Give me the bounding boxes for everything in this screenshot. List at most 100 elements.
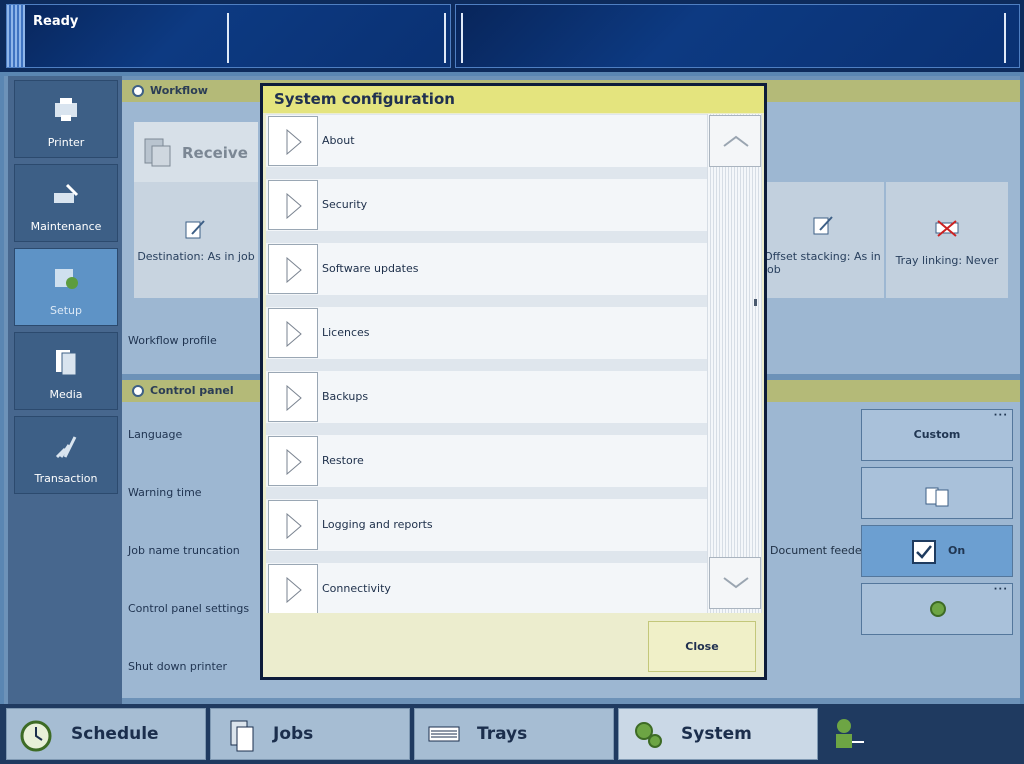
menu-item-connectivity[interactable]: Connectivity: [266, 563, 707, 613]
menu-label: About: [322, 134, 355, 147]
menu-item-backups[interactable]: Backups: [266, 371, 707, 423]
offset-label: Offset stacking: As in job: [764, 250, 881, 276]
menu-label: Restore: [322, 454, 364, 467]
receive-icon: [144, 138, 171, 167]
nav-setup[interactable]: Setup: [14, 248, 118, 326]
nav-media[interactable]: Media: [14, 332, 118, 410]
scrollbar[interactable]: [707, 114, 762, 613]
section-title: Workflow: [150, 84, 208, 97]
tray-linking-icon: [935, 220, 959, 237]
triangle-right-icon: [286, 385, 302, 411]
left-navigation: Printer Maintenance Setup Media Transact…: [8, 76, 122, 704]
close-button[interactable]: Close: [648, 621, 756, 672]
menu-item-restore[interactable]: Restore: [266, 435, 707, 487]
triangle-right-icon: [286, 513, 302, 539]
more-dots-icon: ···: [993, 584, 1008, 595]
tab-label: System: [681, 724, 752, 744]
gears-icon: [930, 601, 946, 617]
dialog-footer: Close: [263, 614, 764, 677]
gear-icon: [132, 385, 144, 397]
workflow-profile-label: Workflow profile: [128, 334, 217, 347]
menu-label: Licences: [322, 326, 370, 339]
status-panel: Ready: [6, 4, 451, 68]
expand-button[interactable]: [268, 500, 318, 550]
user-area: [822, 708, 1020, 760]
expand-button[interactable]: [268, 436, 318, 486]
transaction-icon: [55, 436, 77, 459]
control-panel-settings-button[interactable]: ···: [861, 583, 1013, 635]
dialog-body: System configuration About Security Soft…: [263, 86, 764, 677]
expand-button[interactable]: [268, 372, 318, 422]
dialog-title: System configuration: [263, 86, 764, 113]
expand-button[interactable]: [268, 116, 318, 166]
menu-item-logging-and-reports[interactable]: Logging and reports: [266, 499, 707, 551]
scroll-up-button[interactable]: [709, 115, 761, 167]
triangle-right-icon: [286, 257, 302, 283]
menu-item-software-updates[interactable]: Software updates: [266, 243, 707, 295]
chevron-down-icon: [723, 577, 749, 589]
more-dots-icon: ···: [993, 410, 1008, 421]
status-text: Ready: [33, 14, 79, 29]
gear-icon: [132, 85, 144, 97]
on-label: On: [948, 544, 966, 557]
receive-tile[interactable]: Receive Destination: As in job: [134, 122, 258, 298]
nav-label: Printer: [47, 136, 85, 149]
tab-trays[interactable]: Trays: [414, 708, 614, 760]
menu-label: Backups: [322, 390, 369, 403]
scroll-thumb[interactable]: [754, 299, 757, 306]
menu-item-security[interactable]: Security: [266, 179, 707, 231]
menu-item-about[interactable]: About: [266, 115, 707, 167]
triangle-right-icon: [286, 577, 302, 603]
jobs-icon: [230, 720, 254, 752]
nav-transaction[interactable]: Transaction: [14, 416, 118, 494]
expand-button[interactable]: [268, 180, 318, 230]
tab-system[interactable]: System: [618, 708, 818, 760]
nav-label: Transaction: [34, 472, 98, 485]
trays-icon: [428, 726, 460, 742]
triangle-right-icon: [286, 321, 302, 347]
menu-label: Logging and reports: [322, 518, 433, 531]
triangle-right-icon: [286, 129, 302, 155]
nav-maintenance[interactable]: Maintenance: [14, 164, 118, 242]
destination-label: Destination: As in job: [137, 250, 255, 263]
control-panel-settings-label: Control panel settings: [128, 602, 250, 615]
divider: [444, 13, 446, 63]
document-feeder-label: Document feeder: [770, 544, 867, 557]
scroll-down-button[interactable]: [709, 557, 761, 609]
expand-button[interactable]: [268, 308, 318, 358]
edit-icon: [813, 216, 833, 235]
tray-linking-tile[interactable]: Tray linking: Never: [886, 182, 1008, 298]
job-name-truncation-label: Job name truncation: [128, 544, 240, 557]
offset-stacking-tile[interactable]: Offset stacking: As in job: [764, 182, 884, 298]
bottom-tab-bar: Schedule Jobs Trays System: [0, 704, 1024, 764]
nav-label: Setup: [49, 304, 83, 317]
shut-down-printer-label: Shut down printer: [128, 660, 228, 673]
nav-label: Media: [49, 388, 83, 401]
setup-icon: [55, 269, 78, 289]
menu-label: Software updates: [322, 262, 419, 275]
printer-icon: [55, 98, 77, 121]
section-title: Control panel: [150, 384, 234, 397]
nav-printer[interactable]: Printer: [14, 80, 118, 158]
media-icon: [56, 350, 77, 376]
status-indicator: [7, 5, 25, 67]
divider: [1004, 13, 1006, 63]
system-configuration-dialog: System configuration About Security Soft…: [260, 83, 767, 680]
warning-time-button[interactable]: [861, 467, 1013, 519]
language-label: Language: [128, 428, 183, 441]
menu-item-licences[interactable]: Licences: [266, 307, 707, 359]
tab-label: Trays: [477, 724, 528, 744]
tray-linking-label: Tray linking: Never: [895, 254, 999, 267]
expand-button[interactable]: [268, 564, 318, 613]
tab-label: Schedule: [71, 724, 159, 744]
checkbox-icon: [912, 540, 936, 564]
message-panel: [455, 4, 1020, 68]
custom-label: Custom: [913, 428, 961, 441]
document-feeder-toggle[interactable]: On: [861, 525, 1013, 577]
language-button[interactable]: ··· Custom: [861, 409, 1013, 461]
tab-schedule[interactable]: Schedule: [6, 708, 206, 760]
user-key-icon[interactable]: [830, 716, 866, 752]
divider: [227, 13, 229, 63]
expand-button[interactable]: [268, 244, 318, 294]
tab-jobs[interactable]: Jobs: [210, 708, 410, 760]
